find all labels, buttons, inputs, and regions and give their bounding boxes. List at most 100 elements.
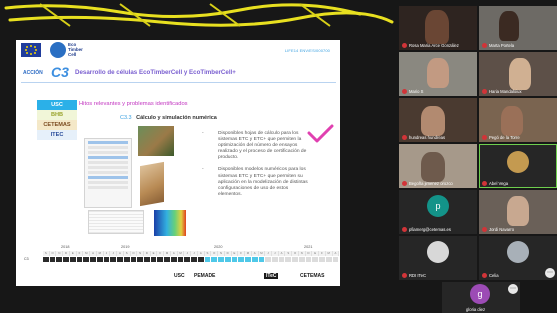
timeline-years: 2018 2019 2020 2021: [61, 245, 313, 249]
mic-muted-icon: [482, 135, 487, 140]
mic-muted-icon: [482, 227, 487, 232]
participant-name: RDI ITeC: [409, 273, 426, 278]
timeline-month: D: [63, 251, 70, 256]
spreadsheet-figure: [84, 138, 132, 208]
timeline-cell: [204, 257, 212, 262]
timeline-cell: [271, 257, 279, 262]
participant-tile[interactable]: hundreas hundreas: [399, 98, 477, 142]
participant-name: Celia: [489, 273, 499, 278]
timeline-cell: [251, 257, 259, 262]
table-figure: [88, 210, 144, 234]
timeline-month: E: [69, 251, 77, 256]
participant-video: [425, 10, 449, 44]
partner-usc: USC: [37, 100, 77, 110]
timeline-month: O: [211, 251, 219, 256]
timeline-cell: [211, 257, 219, 262]
timeline-month: D: [305, 251, 313, 256]
action-header: ACCIÓN C3 Desarrollo de células EcoTimbe…: [21, 64, 340, 83]
participant-tile[interactable]: Rosa Maria Arce González: [399, 6, 477, 50]
participant-tile[interactable]: p pfiamerg@cetemas.es: [399, 190, 477, 234]
action-title: Desarrollo de células EcoTimberCell y Ec…: [75, 69, 236, 76]
timeline-cell: [137, 257, 145, 262]
participant-tile[interactable]: Begoña jimenez orozco: [399, 144, 477, 188]
mic-muted-icon: [482, 273, 487, 278]
timeline-month: F: [319, 251, 326, 256]
timeline-cell: [43, 257, 50, 262]
timeline-month: A: [278, 251, 286, 256]
more-options-icon[interactable]: ⋯: [508, 284, 518, 294]
timeline-cell: [245, 257, 252, 262]
action-word: ACCIÓN: [23, 70, 43, 76]
timeline-cell: [144, 257, 151, 262]
timeline-cell: [69, 257, 77, 262]
annotation-scribble: [4, 3, 394, 27]
timeline-cell: [96, 257, 104, 262]
action-code: C3: [51, 64, 69, 80]
partner-logos: USC PEMADE ITeC CETEMAS: [174, 271, 340, 283]
timeline-month: M: [258, 251, 266, 256]
participant-name: Jordi Navarro: [489, 227, 515, 232]
participant-video: [421, 106, 445, 136]
participant-initial-avatar: g: [470, 284, 490, 304]
project-code: LIFE14 ENV/ES/000700: [284, 48, 330, 53]
participant-name: pfiamerg@cetemas.es: [409, 227, 451, 232]
bullet-list: - Disponibles hojas de cálculo para los …: [202, 131, 312, 204]
timeline-month: N: [218, 251, 225, 256]
timeline-month: A: [117, 251, 124, 256]
partner-list: USC BHB CETEMAS ITEC: [37, 100, 77, 140]
mic-muted-icon: [402, 43, 407, 48]
timeline-cell: [325, 257, 333, 262]
timeline-cell: [278, 257, 286, 262]
video-meeting-window: Eco Timber Cell LIFE14 ENV/ES/000700 ACC…: [0, 0, 557, 313]
partner-cetemas: CETEMAS: [37, 120, 77, 130]
more-options-icon[interactable]: ⋯: [545, 268, 555, 278]
shared-slide: Eco Timber Cell LIFE14 ENV/ES/000700 ACC…: [16, 40, 340, 286]
participant-tile[interactable]: Pegó de la Torre: [479, 98, 557, 142]
timeline-cell: [164, 257, 171, 262]
timeline-month: E: [150, 251, 158, 256]
participant-name: Pegó de la Torre: [489, 135, 520, 140]
timeline-cell: [224, 257, 232, 262]
participant-video: [427, 58, 449, 88]
timeline-month: F: [157, 251, 165, 256]
model-render-figure: [138, 126, 174, 156]
divider: [21, 82, 336, 83]
participant-tile[interactable]: RDI ITeC: [399, 236, 477, 280]
timeline-cell: [49, 257, 57, 262]
ecotimbercell-logo-icon: [50, 42, 66, 58]
timeline-cell: [298, 257, 306, 262]
participant-tile[interactable]: Mario S: [399, 52, 477, 96]
partner-bhb: BHB: [37, 110, 77, 120]
logo-cetemas: CETEMAS: [300, 273, 325, 279]
participant-name: Abel Vega: [489, 181, 509, 186]
participant-tile[interactable]: Jordi Navarro: [479, 190, 557, 234]
hitos-title: Hitos relevantes y problemas identificad…: [79, 101, 188, 107]
mic-muted-icon: [402, 273, 407, 278]
timeline-month: A: [197, 251, 205, 256]
mic-muted-icon: [402, 227, 407, 232]
timeline-month: N: [137, 251, 145, 256]
timeline-month: M: [325, 251, 333, 256]
participant-tile[interactable]: Marta Portela: [479, 6, 557, 50]
timeline-cell: [110, 257, 118, 262]
timeline-month: N: [298, 251, 306, 256]
timeline-month: A: [90, 251, 97, 256]
timeline-month: S: [123, 251, 131, 256]
timeline-cell: [56, 257, 64, 262]
timeline-cell: [265, 257, 272, 262]
timeline-month: J: [265, 251, 272, 256]
timeline-month: O: [292, 251, 299, 256]
participant-photo-avatar: [507, 151, 529, 173]
participant-name: Marta Portela: [489, 43, 515, 48]
timeline-cell: [150, 257, 158, 262]
participant-tile[interactable]: Celia ⋯: [479, 236, 557, 280]
timeline-cell: [184, 257, 192, 262]
participant-tile-active[interactable]: Abel Vega: [479, 144, 557, 188]
participant-tile[interactable]: Haria Mandaloiux: [479, 52, 557, 96]
timber-cell-figure: [140, 161, 164, 207]
participant-tile[interactable]: g gloria diez ⋯: [442, 282, 520, 313]
participant-name: gloria diez: [466, 307, 486, 312]
timeline-month: J: [110, 251, 118, 256]
bullet-item: - Disponibles hojas de cálculo para los …: [202, 131, 307, 161]
timeline-month: D: [144, 251, 151, 256]
